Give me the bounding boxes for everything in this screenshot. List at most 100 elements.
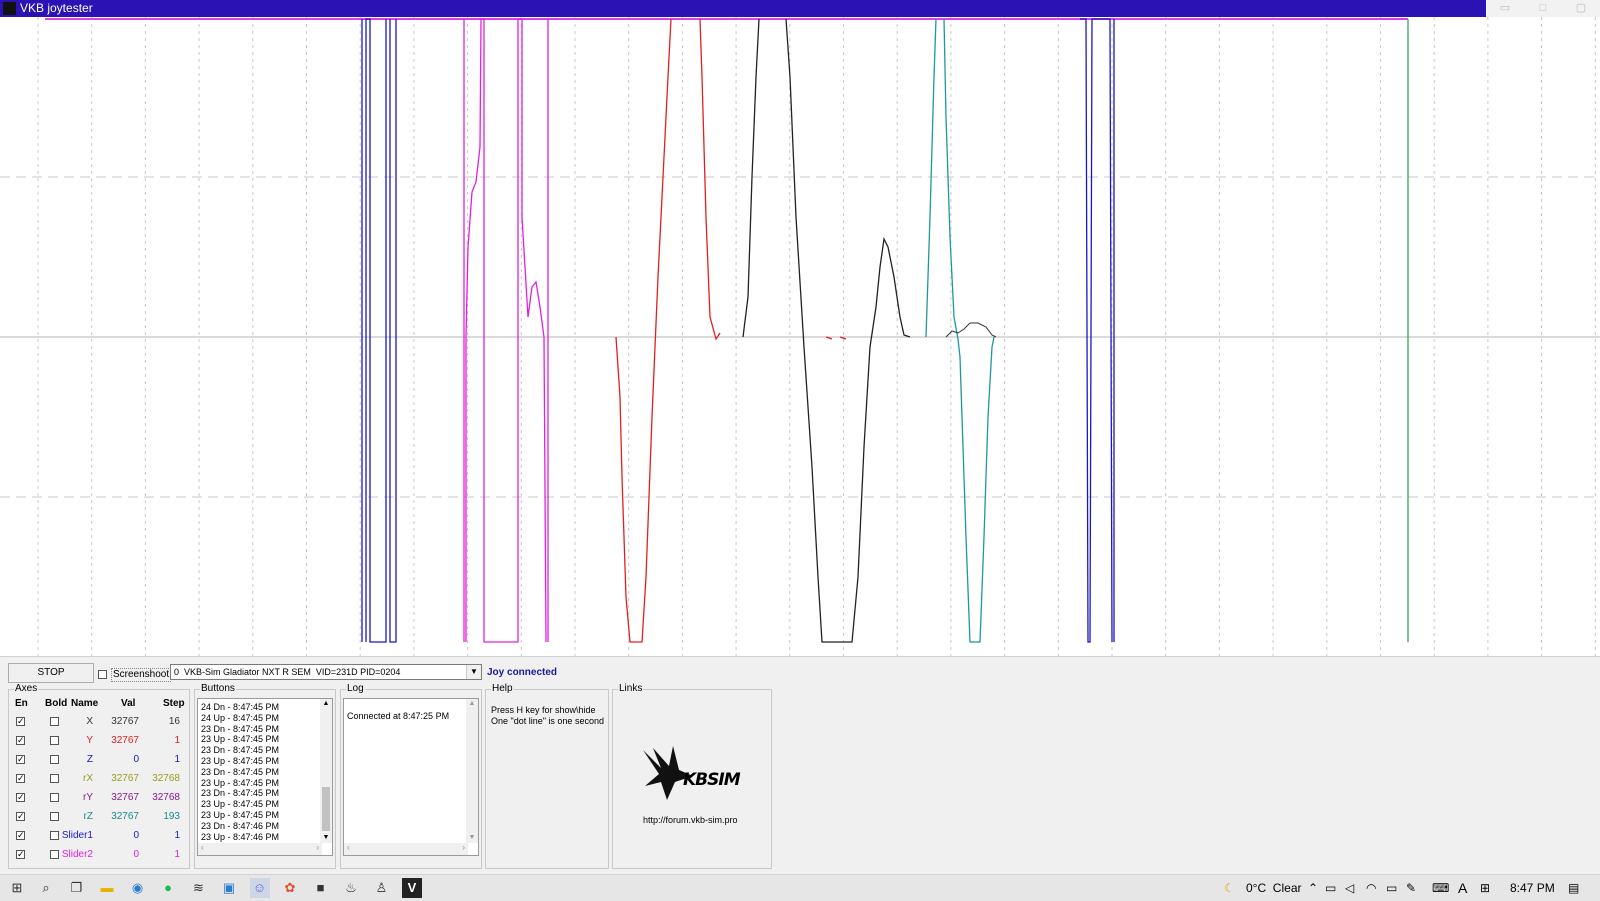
keyboard-icon[interactable]: ⌨ xyxy=(1432,880,1449,896)
axis-bold-checkbox[interactable] xyxy=(50,736,59,745)
scroll-up-icon[interactable]: ▲ xyxy=(320,699,332,709)
links-legend: Links xyxy=(618,683,644,695)
vkb-logo-text: KBSIM xyxy=(683,770,741,790)
help-line-2: One "dot line" is one second xyxy=(491,716,604,726)
taskbar: ⊞ ⌕ ❐ ▬ ◉ ● ≋ ▣ ☺ ✿ ■ ♨ ♙ V ☾ 0°C Clear ⌃ ▭ ◁ ◠ ▭ ✎ ⌨… xyxy=(0,874,1600,901)
axis-enable-checkbox[interactable]: ✓ xyxy=(16,850,25,859)
forum-link[interactable]: http://forum.vkb-sim.pro xyxy=(643,814,738,826)
axis-enable-checkbox[interactable]: ✓ xyxy=(16,717,25,726)
buttons-list-vertical-scrollbar[interactable]: ▲ ▼ xyxy=(320,699,332,843)
axis-step: 1 xyxy=(174,849,180,860)
minimize-button[interactable]: ▭ xyxy=(1486,0,1524,17)
axis-enable-checkbox[interactable]: ✓ xyxy=(16,774,25,783)
buttons-event-list[interactable]: 24 Dn - 8:47:45 PM 24 Up - 8:47:45 PM 23 D… xyxy=(197,698,333,856)
buttons-list-scroll-thumb[interactable] xyxy=(322,787,330,831)
axis-bold-checkbox[interactable] xyxy=(50,812,59,821)
axis-bold-checkbox[interactable] xyxy=(50,755,59,764)
vkb-sim-logo[interactable]: KBSIM xyxy=(639,742,749,808)
axis-step: 32768 xyxy=(152,792,180,803)
axis-bold-checkbox[interactable] xyxy=(50,774,59,783)
scroll-right-icon[interactable]: › xyxy=(316,843,319,852)
language-indicator-icon[interactable]: A xyxy=(1458,880,1467,896)
connection-status: Joy connected xyxy=(487,667,558,678)
start-icon[interactable]: ⊞ xyxy=(4,880,30,896)
axes-header-val: Val xyxy=(121,698,136,709)
steam-icon[interactable]: ♨ xyxy=(343,880,359,896)
axes-header-name: Name xyxy=(71,698,99,709)
axis-step: 1 xyxy=(174,830,180,841)
browser-icon[interactable]: ◉ xyxy=(130,880,146,896)
axis-value: 32767 xyxy=(111,792,139,803)
file-explorer-icon[interactable]: ▬ xyxy=(99,880,115,896)
axis-enable-checkbox[interactable]: ✓ xyxy=(16,736,25,745)
input-method-icon[interactable]: ⊞ xyxy=(1480,880,1490,896)
device-select[interactable]: 0 VKB-Sim Gladiator NXT R SEM VID=231D P… xyxy=(170,664,482,680)
log-horizontal-scrollbar[interactable]: ‹ › xyxy=(344,843,468,855)
axis-bold-checkbox[interactable] xyxy=(50,793,59,802)
log-group: Log Connected at 8:47:25 PM ▲ ▼ ‹ › xyxy=(340,683,482,869)
weather-moon-icon: ☾ xyxy=(1224,881,1235,895)
buttons-group: Buttons 24 Dn - 8:47:45 PM 24 Up - 8:47:4… xyxy=(194,683,336,869)
log-vertical-scrollbar[interactable]: ▲ ▼ xyxy=(466,699,478,843)
stop-button[interactable]: STOP xyxy=(8,663,94,683)
axis-step: 1 xyxy=(174,735,180,746)
axis-enable-checkbox[interactable]: ✓ xyxy=(16,793,25,802)
maximize-button[interactable]: □ xyxy=(1524,0,1562,17)
network-app-icon[interactable]: ≋ xyxy=(191,880,207,896)
axis-enable-checkbox[interactable]: ✓ xyxy=(16,831,25,840)
media-icon[interactable]: ■ xyxy=(313,880,329,896)
control-panel: STOP Screenshoot 0 VKB-Sim Gladiator NXT… xyxy=(0,656,1600,875)
tray-chevron-up-icon[interactable]: ⌃ xyxy=(1308,880,1318,896)
discord-icon[interactable]: ☺ xyxy=(249,878,270,898)
scroll-up-icon[interactable]: ▲ xyxy=(466,699,478,709)
button-event-entry: 23 Up - 8:47:45 PM xyxy=(201,809,280,820)
paint-icon[interactable]: ✿ xyxy=(282,880,298,896)
axes-legend: Axes xyxy=(14,683,39,695)
axis-bold-checkbox[interactable] xyxy=(50,831,59,840)
screenshot-label: Screenshoot xyxy=(111,668,172,682)
axis-value: 32767 xyxy=(111,773,139,784)
scroll-right-icon[interactable]: › xyxy=(462,843,465,852)
button-event-entry: 23 Dn - 8:47:45 PM xyxy=(201,745,280,756)
battery-icon[interactable]: ▭ xyxy=(1386,880,1397,896)
chevron-down-icon[interactable]: ▼ xyxy=(466,665,481,679)
window-controls: ▭ □ ▢ xyxy=(1486,0,1600,17)
axis-value: 0 xyxy=(133,830,139,841)
axis-value: 32767 xyxy=(111,716,139,727)
buttons-list-horizontal-scrollbar[interactable]: ‹ › xyxy=(198,843,322,855)
search-icon[interactable]: ⌕ xyxy=(38,880,54,896)
button-event-entry: 24 Up - 8:47:45 PM xyxy=(201,712,280,723)
pen-icon[interactable]: ✎ xyxy=(1406,880,1416,896)
task-view-icon[interactable]: ❐ xyxy=(69,880,85,896)
axis-value: 0 xyxy=(133,849,139,860)
scroll-down-icon[interactable]: ▼ xyxy=(466,833,478,843)
remote-desktop-icon[interactable]: ▣ xyxy=(221,880,237,896)
scroll-left-icon[interactable]: ‹ xyxy=(347,843,350,852)
vkb-joytester-icon[interactable]: V xyxy=(402,878,422,898)
spotify-icon[interactable]: ● xyxy=(160,880,176,896)
notifications-icon[interactable]: ▤ xyxy=(1568,880,1579,896)
buttons-event-entries: 24 Dn - 8:47:45 PM 24 Up - 8:47:45 PM 23 D… xyxy=(201,702,279,842)
wifi-icon[interactable]: ◠ xyxy=(1366,880,1376,896)
scroll-down-icon[interactable]: ▼ xyxy=(320,833,332,843)
axis-bold-checkbox[interactable] xyxy=(50,717,59,726)
title-bar: VKB joytester ▭ □ ▢ xyxy=(0,0,1600,17)
axis-bold-checkbox[interactable] xyxy=(50,850,59,859)
screenshot-checkbox[interactable] xyxy=(98,670,107,679)
buttons-legend: Buttons xyxy=(200,683,236,695)
speaker-muted-icon[interactable]: ◁ xyxy=(1345,880,1354,896)
scroll-left-icon[interactable]: ‹ xyxy=(201,843,204,852)
meet-now-icon[interactable]: ▭ xyxy=(1325,880,1336,896)
log-entry: Connected at 8:47:25 PM xyxy=(347,711,450,721)
clock[interactable]: 8:47 PM xyxy=(1510,880,1555,896)
axis-enable-checkbox[interactable]: ✓ xyxy=(16,812,25,821)
close-button[interactable]: ▢ xyxy=(1562,0,1600,17)
joystick-app-icon[interactable]: ♙ xyxy=(374,880,390,896)
help-group: Help Press H key for show\hide One "dot … xyxy=(485,683,609,869)
log-text-area[interactable]: Connected at 8:47:25 PM ▲ ▼ ‹ › xyxy=(343,698,479,856)
axis-enable-checkbox[interactable]: ✓ xyxy=(16,755,25,764)
weather-widget[interactable]: 0°C Clear xyxy=(1246,880,1301,896)
button-event-entry: 23 Dn - 8:47:45 PM xyxy=(201,788,280,799)
axis-name: Z xyxy=(86,754,93,765)
app-icon xyxy=(3,2,16,15)
